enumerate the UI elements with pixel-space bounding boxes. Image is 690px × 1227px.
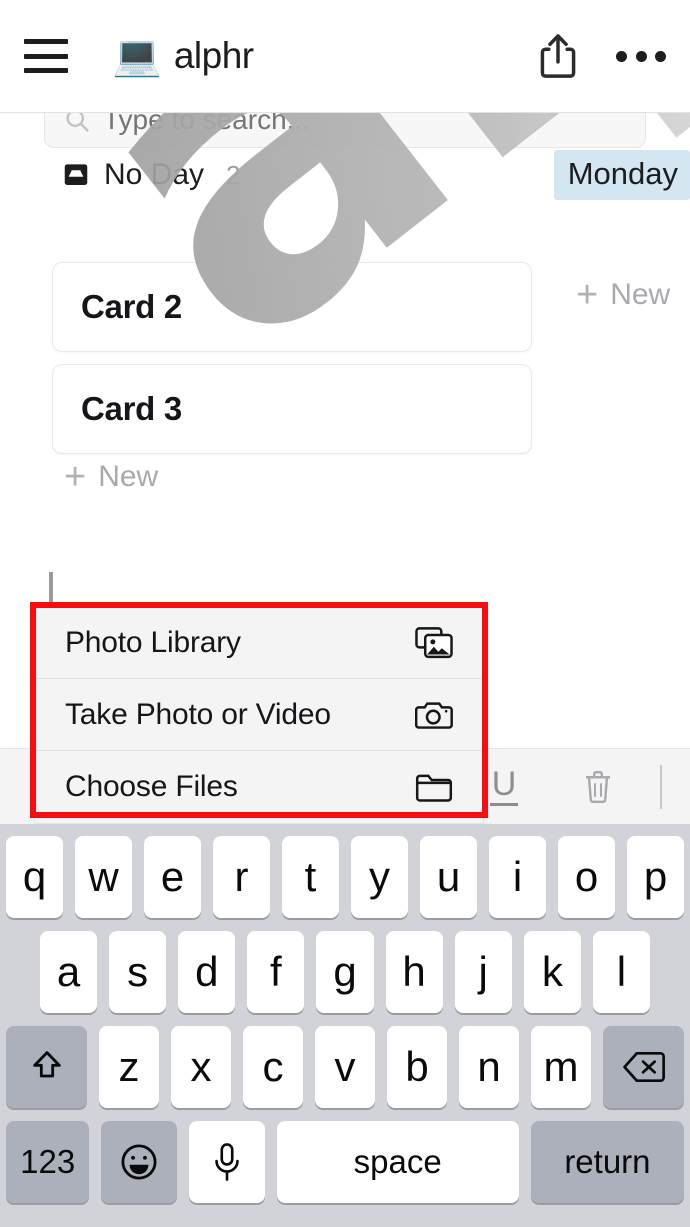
- key-i[interactable]: i: [489, 836, 546, 918]
- onscreen-keyboard: qwertyuiop asdfghjkl zxcvbnm 123 space r…: [0, 824, 690, 1227]
- trash-icon[interactable]: [580, 767, 616, 807]
- key-k[interactable]: k: [523, 931, 581, 1013]
- hamburger-icon[interactable]: [24, 39, 68, 73]
- key-c[interactable]: c: [243, 1026, 303, 1108]
- board-area: No Day 2 Monday + New Card 2 Card 3 + Ne…: [0, 150, 690, 496]
- text-cursor: [49, 572, 53, 606]
- column-header: No Day 2 Monday + New: [0, 150, 690, 314]
- keyboard-row-2: asdfghjkl: [0, 931, 690, 1013]
- menu-item-label: Choose Files: [65, 770, 238, 803]
- key-u[interactable]: u: [420, 836, 477, 918]
- page-title: alphr: [173, 35, 254, 76]
- key-a[interactable]: a: [40, 931, 98, 1013]
- dictation-key[interactable]: [188, 1121, 265, 1203]
- key-x[interactable]: x: [171, 1026, 231, 1108]
- keyboard-row-4: 123 space return: [0, 1121, 690, 1203]
- keyboard-row-3: zxcvbnm: [0, 1026, 690, 1108]
- menu-item-label: Photo Library: [65, 625, 241, 659]
- plus-icon: +: [64, 456, 87, 498]
- backspace-key[interactable]: [603, 1026, 684, 1108]
- key-q[interactable]: q: [6, 836, 63, 918]
- photo-library-icon: [415, 626, 453, 658]
- space-key[interactable]: space: [276, 1121, 519, 1203]
- key-d[interactable]: d: [178, 931, 236, 1013]
- key-w[interactable]: w: [75, 836, 132, 918]
- day-badge-monday[interactable]: Monday: [553, 150, 690, 200]
- menu-item-photo-library[interactable]: Photo Library: [35, 607, 483, 679]
- key-o[interactable]: o: [558, 836, 615, 918]
- microphone-icon: [214, 1143, 239, 1181]
- table-row[interactable]: Card 3: [52, 364, 532, 454]
- key-l[interactable]: l: [592, 931, 650, 1013]
- add-new-card-left-button[interactable]: + New: [64, 458, 158, 496]
- attachment-action-sheet: Photo Library Take Photo or Video Choose…: [34, 606, 484, 824]
- menu-item-choose-files[interactable]: Choose Files: [35, 751, 483, 823]
- laptop-logo-icon: 💻: [112, 34, 162, 78]
- key-e[interactable]: e: [144, 836, 201, 918]
- card-title: Card 2: [81, 288, 182, 325]
- table-row[interactable]: Card 2: [52, 262, 532, 352]
- numbers-key[interactable]: 123: [6, 1121, 90, 1203]
- key-p[interactable]: p: [627, 836, 684, 918]
- keyboard-row-1: qwertyuiop: [0, 836, 690, 918]
- add-new-left-label: New: [98, 460, 159, 493]
- menu-item-take-photo-or-video[interactable]: Take Photo or Video: [35, 679, 483, 751]
- column-title: No Day: [104, 158, 205, 191]
- key-f[interactable]: f: [247, 931, 305, 1013]
- more-options-icon[interactable]: [616, 47, 666, 65]
- toolbar-divider: [660, 764, 662, 809]
- key-t[interactable]: t: [282, 836, 339, 918]
- folder-icon: [415, 774, 453, 802]
- add-new-card-right-button[interactable]: + New: [576, 276, 670, 314]
- emoji-key[interactable]: [101, 1121, 177, 1203]
- key-n[interactable]: n: [459, 1026, 519, 1108]
- inbox-tray-icon: [64, 164, 88, 185]
- key-v[interactable]: v: [315, 1026, 375, 1108]
- key-j[interactable]: j: [454, 931, 512, 1013]
- key-g[interactable]: g: [316, 931, 374, 1013]
- shift-key[interactable]: [6, 1026, 87, 1108]
- add-new-right-label: New: [610, 278, 671, 311]
- card-title: Card 3: [81, 390, 182, 427]
- share-icon: [540, 34, 576, 78]
- return-key[interactable]: return: [530, 1121, 684, 1203]
- key-b[interactable]: b: [387, 1026, 447, 1108]
- key-m[interactable]: m: [531, 1026, 591, 1108]
- underline-button[interactable]: U: [490, 766, 518, 807]
- key-r[interactable]: r: [213, 836, 270, 918]
- column-count: 2: [226, 159, 241, 190]
- plus-icon: +: [576, 274, 599, 316]
- column-no-day[interactable]: No Day 2: [60, 158, 241, 192]
- key-h[interactable]: h: [385, 931, 443, 1013]
- camera-icon: [415, 701, 453, 729]
- backspace-icon: [622, 1051, 665, 1083]
- app-screen: No Day 2 Monday + New Card 2 Card 3 + Ne…: [0, 0, 690, 1227]
- key-y[interactable]: y: [351, 836, 408, 918]
- card-list: Card 2 Card 3: [52, 262, 532, 466]
- key-s[interactable]: s: [109, 931, 167, 1013]
- menu-item-label: Take Photo or Video: [65, 697, 331, 731]
- emoji-icon: [121, 1144, 157, 1180]
- app-header: 💻 alphr: [0, 0, 690, 113]
- share-button[interactable]: [536, 32, 616, 80]
- shift-icon: [32, 1051, 61, 1078]
- key-z[interactable]: z: [99, 1026, 159, 1108]
